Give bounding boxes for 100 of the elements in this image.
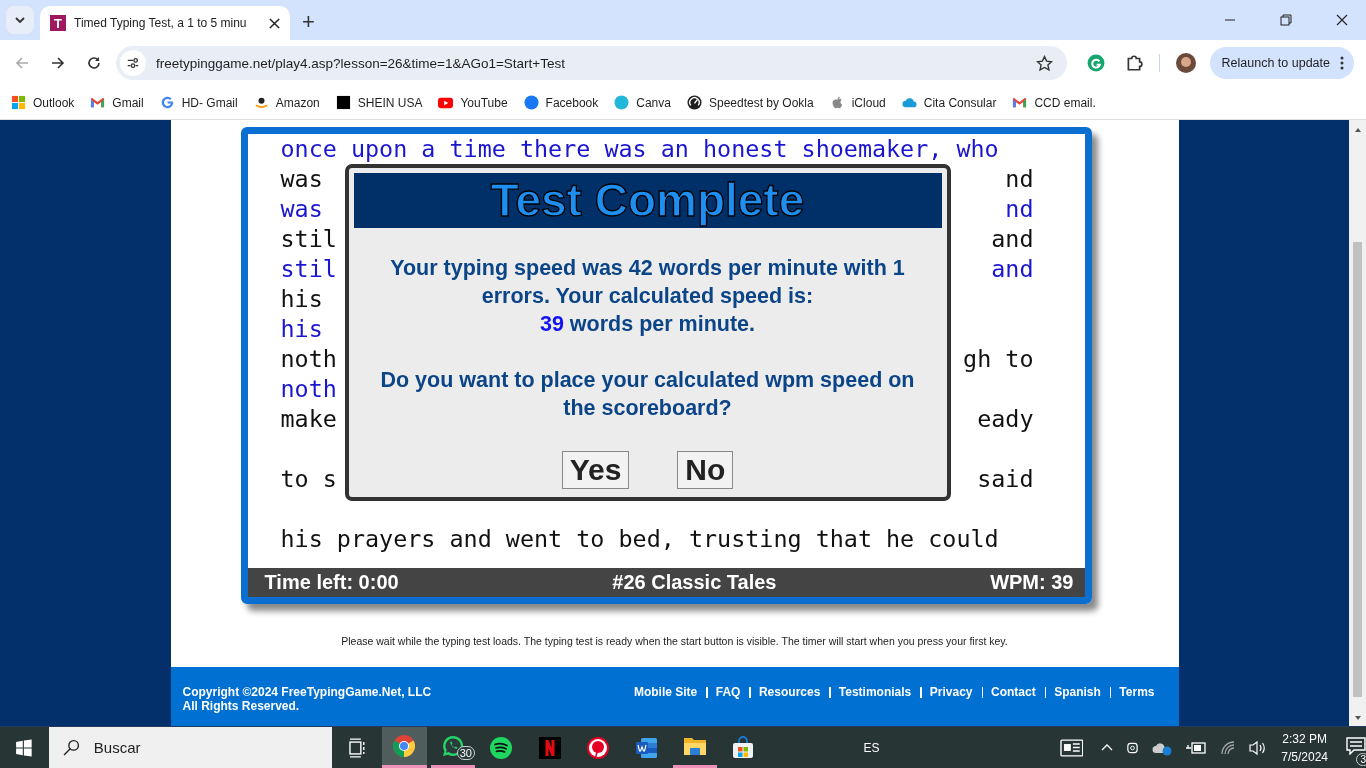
- scoreboard-question: Do you want to place your calculated wpm speed on the scoreboard?: [379, 367, 916, 422]
- bookmark[interactable]: Outlook: [11, 95, 75, 110]
- forward-arrow-icon[interactable]: [50, 55, 66, 71]
- bookmark[interactable]: Cita Consular: [901, 95, 997, 110]
- address-bar[interactable]: freetypinggame.net/play4.asp?lesson=26&time=1&AGo1=Start+Test: [116, 46, 1067, 80]
- battery-icon[interactable]: [1185, 740, 1208, 755]
- dialog-title: Test Complete: [353, 173, 942, 228]
- clock-time[interactable]: 2:32 PM: [1282, 731, 1327, 746]
- footer-link[interactable]: Terms: [1119, 684, 1155, 699]
- play-icon: [438, 95, 454, 110]
- wpm-counter: WPM: 39: [990, 571, 1074, 594]
- copyright-text: Copyright ©2024 FreeTypingGame.Net, LLC: [182, 684, 432, 699]
- bookmark[interactable]: Gmail: [90, 95, 144, 110]
- typing-text-line: nd: [1005, 164, 1034, 194]
- bookmark[interactable]: YouTube: [438, 95, 508, 110]
- answer-button[interactable]: No: [677, 451, 734, 489]
- typing-text-line: his prayers and went to bed, trusting that he could: [280, 524, 999, 554]
- typing-text-line: gh to: [963, 344, 1034, 374]
- site-settings-icon[interactable]: [120, 50, 146, 76]
- typing-text-line: and: [991, 224, 1034, 254]
- notifications-icon[interactable]: [1346, 736, 1366, 755]
- lesson-title: #26 Classic Tales: [612, 571, 777, 594]
- restore-icon[interactable]: [1280, 14, 1292, 26]
- chevron-down-icon: [14, 14, 26, 26]
- answer-button[interactable]: Yes: [561, 451, 630, 489]
- bookmark[interactable]: Canva: [614, 95, 671, 110]
- typing-text-line: his: [280, 314, 323, 344]
- circle-icon: [523, 95, 539, 110]
- footer-link[interactable]: Mobile Site: [633, 684, 698, 699]
- footer-link[interactable]: FAQ: [715, 684, 741, 699]
- loading-notice: Please wait while the typing test loads. The typing test is ready when the start button is visible. The timer will start when you press your first key.: [340, 635, 1009, 649]
- bookmark[interactable]: Speedtest by Ookla: [686, 95, 814, 110]
- browser-tab[interactable]: T Timed Typing Test, a 1 to 5 minu: [40, 6, 290, 40]
- square-icon: [335, 95, 351, 110]
- typing-text-line: was: [280, 194, 323, 224]
- close-icon[interactable]: [1336, 14, 1348, 26]
- typing-text-line: noth: [280, 344, 337, 374]
- taskbar-app[interactable]: 30: [430, 727, 475, 768]
- footer-link[interactable]: Spanish: [1054, 684, 1101, 699]
- reload-icon[interactable]: [86, 55, 102, 71]
- url-text: freetypinggame.net/play4.asp?lesson=26&time=1&AGo1=Start+Test: [156, 55, 566, 71]
- result-message: Your typing speed was 42 words per minute with 1 errors. Your calculated speed is: 39 words per minute.: [389, 255, 906, 338]
- search-placeholder: Buscar: [93, 739, 141, 756]
- scrollbar[interactable]: [1349, 120, 1366, 726]
- search-icon: [62, 739, 80, 756]
- clock-date[interactable]: 7/5/2024: [1281, 749, 1329, 764]
- tab-list-button[interactable]: [6, 6, 34, 34]
- windows-logo-icon: [11, 95, 26, 110]
- bookmark[interactable]: CCD email.: [1012, 95, 1096, 110]
- document-icon: [634, 735, 659, 760]
- gauge-icon: [686, 95, 702, 110]
- envelope-icon: [90, 95, 106, 110]
- typing-text-line: nd: [1005, 194, 1034, 224]
- typing-text-line: make: [280, 404, 337, 434]
- footer-link[interactable]: Testimonials: [838, 684, 912, 699]
- profile-avatar[interactable]: [1175, 53, 1196, 73]
- typing-text-line: was: [280, 164, 323, 194]
- envelope-icon: [1012, 95, 1028, 110]
- typing-text-line: noth: [280, 374, 337, 404]
- search-field[interactable]: Buscar: [48, 727, 333, 768]
- typing-text-line: eady: [977, 404, 1034, 434]
- typing-text-line: once upon a time there was an honest shoemaker, who: [280, 134, 999, 164]
- typing-text-line: said: [977, 464, 1034, 494]
- bookmark[interactable]: SHEIN USA: [335, 95, 423, 110]
- footer-link[interactable]: Contact: [991, 684, 1036, 699]
- start-icon[interactable]: [15, 738, 33, 757]
- tab-title: Timed Typing Test, a 1 to 5 minu: [74, 16, 248, 30]
- more-menu-icon[interactable]: [1340, 55, 1344, 71]
- new-tab-button[interactable]: +: [296, 10, 321, 34]
- sound-waves-icon: [489, 735, 514, 760]
- shopping-bag-icon: [731, 735, 756, 760]
- stripes-icon: [537, 735, 562, 760]
- bookmark[interactable]: iCloud: [829, 95, 886, 110]
- input-language[interactable]: ES: [863, 740, 880, 755]
- circle-icon[interactable]: [1086, 54, 1105, 72]
- scroll-up-icon[interactable]: [1353, 126, 1362, 134]
- bookmark[interactable]: Facebook: [523, 95, 599, 110]
- scroll-down-icon[interactable]: [1353, 714, 1362, 722]
- scroll-thumb[interactable]: [1353, 242, 1362, 697]
- speaker-icon[interactable]: [1249, 739, 1268, 756]
- news-icon[interactable]: [1059, 738, 1084, 757]
- wifi-icon[interactable]: [1220, 739, 1237, 756]
- bookmark[interactable]: Amazon: [253, 95, 320, 110]
- typing-text-line: to s: [280, 464, 337, 494]
- typing-text-line: his: [280, 284, 323, 314]
- bookmark[interactable]: HD- Gmail: [159, 95, 238, 110]
- typing-text-line: stil: [280, 224, 337, 254]
- circle-icon: [614, 95, 630, 110]
- ring-icon: [159, 95, 175, 110]
- star-icon[interactable]: [1035, 54, 1053, 72]
- typing-text-line: stil: [280, 254, 337, 284]
- close-icon[interactable]: [269, 17, 280, 29]
- cloud-icon: [901, 95, 917, 110]
- footer-link[interactable]: Resources: [758, 684, 821, 699]
- chrome-icon: [392, 734, 417, 758]
- typing-text-line: and: [991, 254, 1034, 284]
- favicon: T: [50, 15, 66, 31]
- relaunch-button[interactable]: Relaunch to update: [1209, 47, 1354, 79]
- notification-count: 3: [1356, 752, 1366, 766]
- footer-link[interactable]: Privacy: [929, 684, 973, 699]
